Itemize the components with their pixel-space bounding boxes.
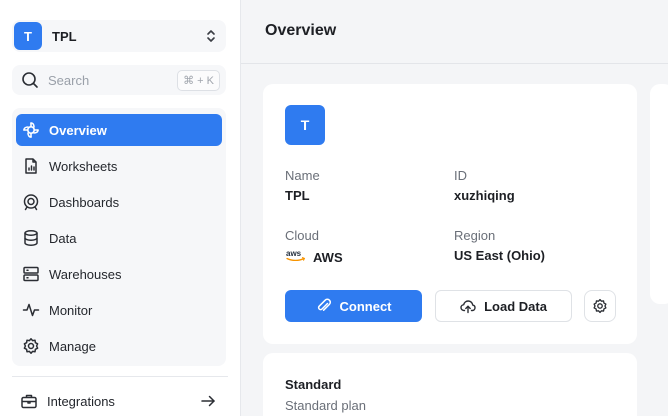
name-value: TPL (285, 188, 310, 203)
page-title: Overview (265, 22, 337, 39)
sidebar-nav: Overview Worksheets Dashboards Data Ware… (12, 108, 226, 366)
plan-title: Standard (285, 377, 342, 392)
plan-card: Standard Standard plan (263, 353, 637, 416)
sidebar-item-data[interactable]: Data (16, 222, 222, 254)
dashboards-icon (22, 193, 40, 211)
workspace-switcher[interactable]: T TPL (12, 20, 226, 52)
arrow-right-icon (201, 395, 215, 407)
sidebar-item-worksheets[interactable]: Worksheets (16, 150, 222, 182)
sidebar-item-overview[interactable]: Overview (16, 114, 222, 146)
workspace-name: TPL (52, 28, 77, 44)
warehouses-icon (22, 265, 40, 283)
gear-icon (22, 337, 40, 355)
overview-icon (22, 121, 40, 139)
sidebar: T TPL ⌘ + K Overview (0, 0, 241, 416)
project-avatar: T (285, 105, 325, 145)
sidebar-item-integrations[interactable]: Integrations (12, 386, 224, 416)
id-value: xuzhiqing (454, 188, 515, 203)
cloud-value: AWS (313, 250, 343, 265)
database-icon (22, 229, 40, 247)
search-icon (22, 72, 38, 88)
sidebar-divider (12, 376, 228, 377)
sidebar-item-label: Overview (49, 122, 107, 138)
id-label: ID (454, 168, 467, 183)
sidebar-item-label: Manage (49, 338, 96, 354)
sidebar-item-label: Integrations (47, 393, 115, 409)
load-data-button[interactable]: Load Data (435, 290, 572, 322)
connect-label: Connect (339, 298, 392, 314)
sidebar-item-dashboards[interactable]: Dashboards (16, 186, 222, 218)
search-shortcut: ⌘ + K (177, 70, 220, 91)
pulse-icon (22, 301, 40, 319)
sidebar-item-label: Worksheets (49, 158, 118, 174)
sidebar-item-label: Data (49, 230, 77, 246)
region-value: US East (Ohio) (454, 248, 546, 263)
svg-text:aws: aws (286, 249, 302, 258)
region-label: Region (454, 228, 496, 243)
sidebar-item-label: Warehouses (49, 266, 122, 282)
sidebar-item-manage[interactable]: Manage (16, 330, 222, 362)
name-label: Name (285, 168, 320, 183)
settings-button[interactable] (584, 290, 616, 322)
sidebar-item-monitor[interactable]: Monitor (16, 294, 222, 326)
search-input[interactable] (48, 69, 178, 91)
adjacent-card (650, 84, 668, 304)
sidebar-item-label: Dashboards (49, 194, 120, 210)
workspace-avatar: T (14, 22, 42, 50)
cloud-upload-icon (460, 300, 476, 314)
load-data-label: Load Data (484, 298, 547, 314)
connect-button[interactable]: Connect (285, 290, 422, 322)
aws-logo-icon: aws (286, 249, 306, 262)
plan-subtitle: Standard plan (285, 398, 366, 413)
cloud-label: Cloud (285, 228, 319, 243)
page-header: Overview (241, 0, 668, 64)
search-box[interactable]: ⌘ + K (12, 65, 226, 95)
chevron-up-down-icon (207, 30, 215, 42)
gear-icon (593, 298, 607, 314)
toolbox-icon (20, 392, 38, 410)
project-card: T Name TPL ID xuzhiqing Cloud aws AWS Re… (263, 84, 637, 344)
worksheets-icon (22, 157, 40, 175)
paperclip-icon (317, 298, 331, 311)
sidebar-item-label: Monitor (49, 302, 93, 318)
sidebar-item-warehouses[interactable]: Warehouses (16, 258, 222, 290)
